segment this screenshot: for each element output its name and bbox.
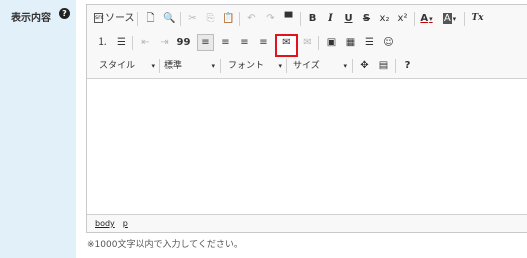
editor-toolbar: srcソース 🗋 🔍 ✂ ⎘ 📋 ↶ ↷ ▀ B I U S x₂ x² A▾ [87,5,527,79]
editor-content-area[interactable] [87,80,527,215]
separator [318,36,319,50]
show-blocks-icon[interactable]: ▤ [375,57,392,74]
strikethrough-button[interactable]: S [358,10,375,27]
paste-icon[interactable]: 📋 [220,10,237,27]
cut-icon[interactable]: ✂ [184,10,201,27]
undo-icon[interactable]: ↶ [243,10,260,27]
size-select-value: サイズ [293,61,320,71]
font-select-value: フォント [228,61,265,71]
source-button[interactable]: srcソース [94,10,135,27]
chevron-down-icon: ▾ [151,62,155,70]
align-justify-icon[interactable]: ≡ [255,34,272,51]
preview-icon[interactable]: 🔍 [161,10,178,27]
separator [180,12,181,26]
element-path-bar: body p [87,214,527,232]
unlink-icon[interactable]: ✉ [299,34,316,51]
bold-button[interactable]: B [304,10,321,27]
separator [239,12,240,26]
rich-text-editor: srcソース 🗋 🔍 ✂ ⎘ 📋 ↶ ↷ ▀ B I U S x₂ x² A▾ [86,4,527,233]
chevron-down-icon: ▾ [343,62,347,70]
redo-icon[interactable]: ↷ [262,10,279,27]
text-color-button[interactable]: A▾ [418,10,435,27]
subscript-button[interactable]: x₂ [376,10,393,27]
outdent-icon[interactable]: ⇤ [137,34,154,51]
help-icon[interactable]: ? [59,8,70,19]
separator [352,59,353,73]
source-icon: src [94,13,104,23]
source-label: ソース [105,13,135,24]
toolbar-row-1: srcソース 🗋 🔍 ✂ ⎘ 📋 ↶ ↷ ▀ B I U S x₂ x² A▾ [87,8,527,30]
align-center-icon[interactable]: ≡ [217,34,234,51]
toolbar-row-3: スタイル ▾ 標準 ▾ フォント ▾ サイズ ▾ ✥ ▤ ? [87,55,527,77]
link-icon[interactable]: ✉ [278,34,295,51]
chevron-down-icon: ▾ [429,15,433,23]
italic-button[interactable]: I [322,10,339,27]
separator [137,12,138,26]
separator [220,59,221,73]
chevron-down-icon: ▾ [211,62,215,70]
table-icon[interactable]: ▦ [342,34,359,51]
smiley-icon[interactable]: ☺ [380,34,397,51]
bg-color-button[interactable]: A ▾ [441,10,458,27]
separator [464,12,465,26]
format-select[interactable]: 標準 ▾ [164,58,217,74]
image-icon[interactable]: ▣ [323,34,340,51]
about-icon[interactable]: ? [399,57,416,74]
field-label: 表示内容 [11,13,51,24]
path-body-link[interactable]: body [95,219,115,228]
chevron-down-icon: ▾ [452,15,457,23]
superscript-button[interactable]: x² [394,10,411,27]
page-break-icon[interactable]: ▀ [280,10,297,27]
style-select-value: スタイル [99,61,136,71]
separator [395,59,396,73]
new-page-icon[interactable]: 🗋 [142,10,159,27]
path-p-link[interactable]: p [123,219,128,228]
format-select-value: 標準 [164,61,183,71]
separator [286,59,287,73]
separator [132,36,133,50]
size-select[interactable]: サイズ ▾ [293,58,349,74]
numbered-list-icon[interactable]: ⒈ [94,34,111,51]
separator [300,12,301,26]
align-right-icon[interactable]: ≡ [236,34,253,51]
copy-icon[interactable]: ⎘ [202,10,219,27]
separator [414,12,415,26]
blockquote-icon[interactable]: 99 [175,34,192,51]
remove-format-icon[interactable]: Tx [469,10,486,27]
maximize-icon[interactable]: ✥ [356,57,373,74]
bullet-list-icon[interactable]: ☰ [113,34,130,51]
character-limit-note: ※1000文字以内で入力してください。 [87,240,243,250]
field-label-column: 表示内容 ? [0,0,76,258]
separator [159,59,160,73]
underline-button[interactable]: U [340,10,357,27]
align-left-icon[interactable]: ≡ [197,34,214,51]
toolbar-row-2: ⒈ ☰ ⇤ ⇥ 99 ≡ ≡ ≡ ≡ ✉ ✉ ▣ ▦ ☰ ☺ [87,32,527,54]
font-select[interactable]: フォント ▾ [228,58,284,74]
horizontal-rule-icon[interactable]: ☰ [361,34,378,51]
style-select[interactable]: スタイル ▾ [99,58,157,74]
text-color-icon: A [420,13,429,24]
chevron-down-icon: ▾ [278,62,282,70]
indent-icon[interactable]: ⇥ [156,34,173,51]
bg-color-icon: A [442,13,452,24]
